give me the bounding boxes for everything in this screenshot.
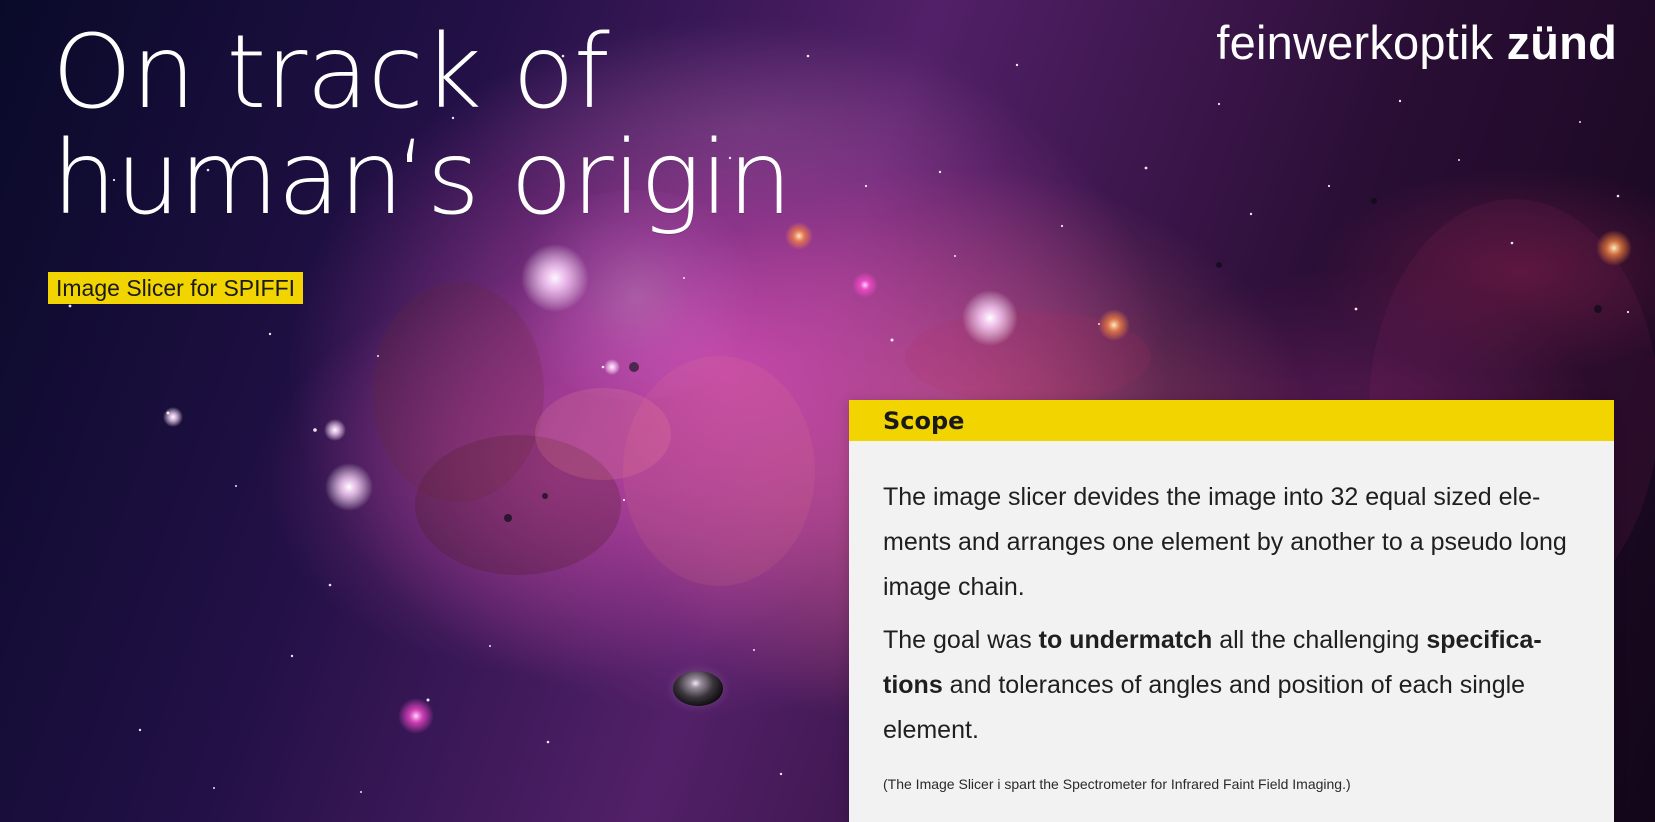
scope-title: Scope bbox=[883, 406, 965, 435]
scope-paragraph-2-suffix: and tolerances of angles and position of… bbox=[883, 671, 1526, 744]
scope-body: The image slicer devides the image into … bbox=[849, 441, 1614, 793]
brand-logo-bold: zünd bbox=[1506, 16, 1617, 69]
page-title-line-2: human‘s origin bbox=[52, 119, 792, 238]
scope-paragraph-1: The image slicer devides the image into … bbox=[883, 483, 1567, 601]
scope-emphasis-1: to undermatch bbox=[1038, 626, 1213, 654]
poster-page: On track of human‘s origin feinwerkoptik… bbox=[0, 0, 1655, 822]
scope-paragraph-2-prefix: The goal was bbox=[883, 626, 1039, 654]
brand-logo-light: feinwerkoptik bbox=[1216, 16, 1494, 69]
scope-paragraph-2: The goal was to undermatch all the chall… bbox=[883, 618, 1580, 753]
brand-logo: feinwerkoptik zünd bbox=[1216, 18, 1617, 68]
scope-paragraph-2-middle: all the challenging bbox=[1212, 626, 1427, 654]
page-title: On track of human‘s origin bbox=[52, 20, 812, 232]
scope-card: Scope The image slicer devides the image… bbox=[849, 400, 1614, 822]
scope-footnote: (The Image Slicer i spart the Spectromet… bbox=[883, 776, 1351, 792]
planet-icon bbox=[673, 671, 723, 706]
scope-header: Scope bbox=[849, 400, 1614, 441]
subtitle-tag: Image Slicer for SPIFFI bbox=[48, 272, 304, 304]
page-title-line-1: On track of bbox=[52, 13, 610, 132]
